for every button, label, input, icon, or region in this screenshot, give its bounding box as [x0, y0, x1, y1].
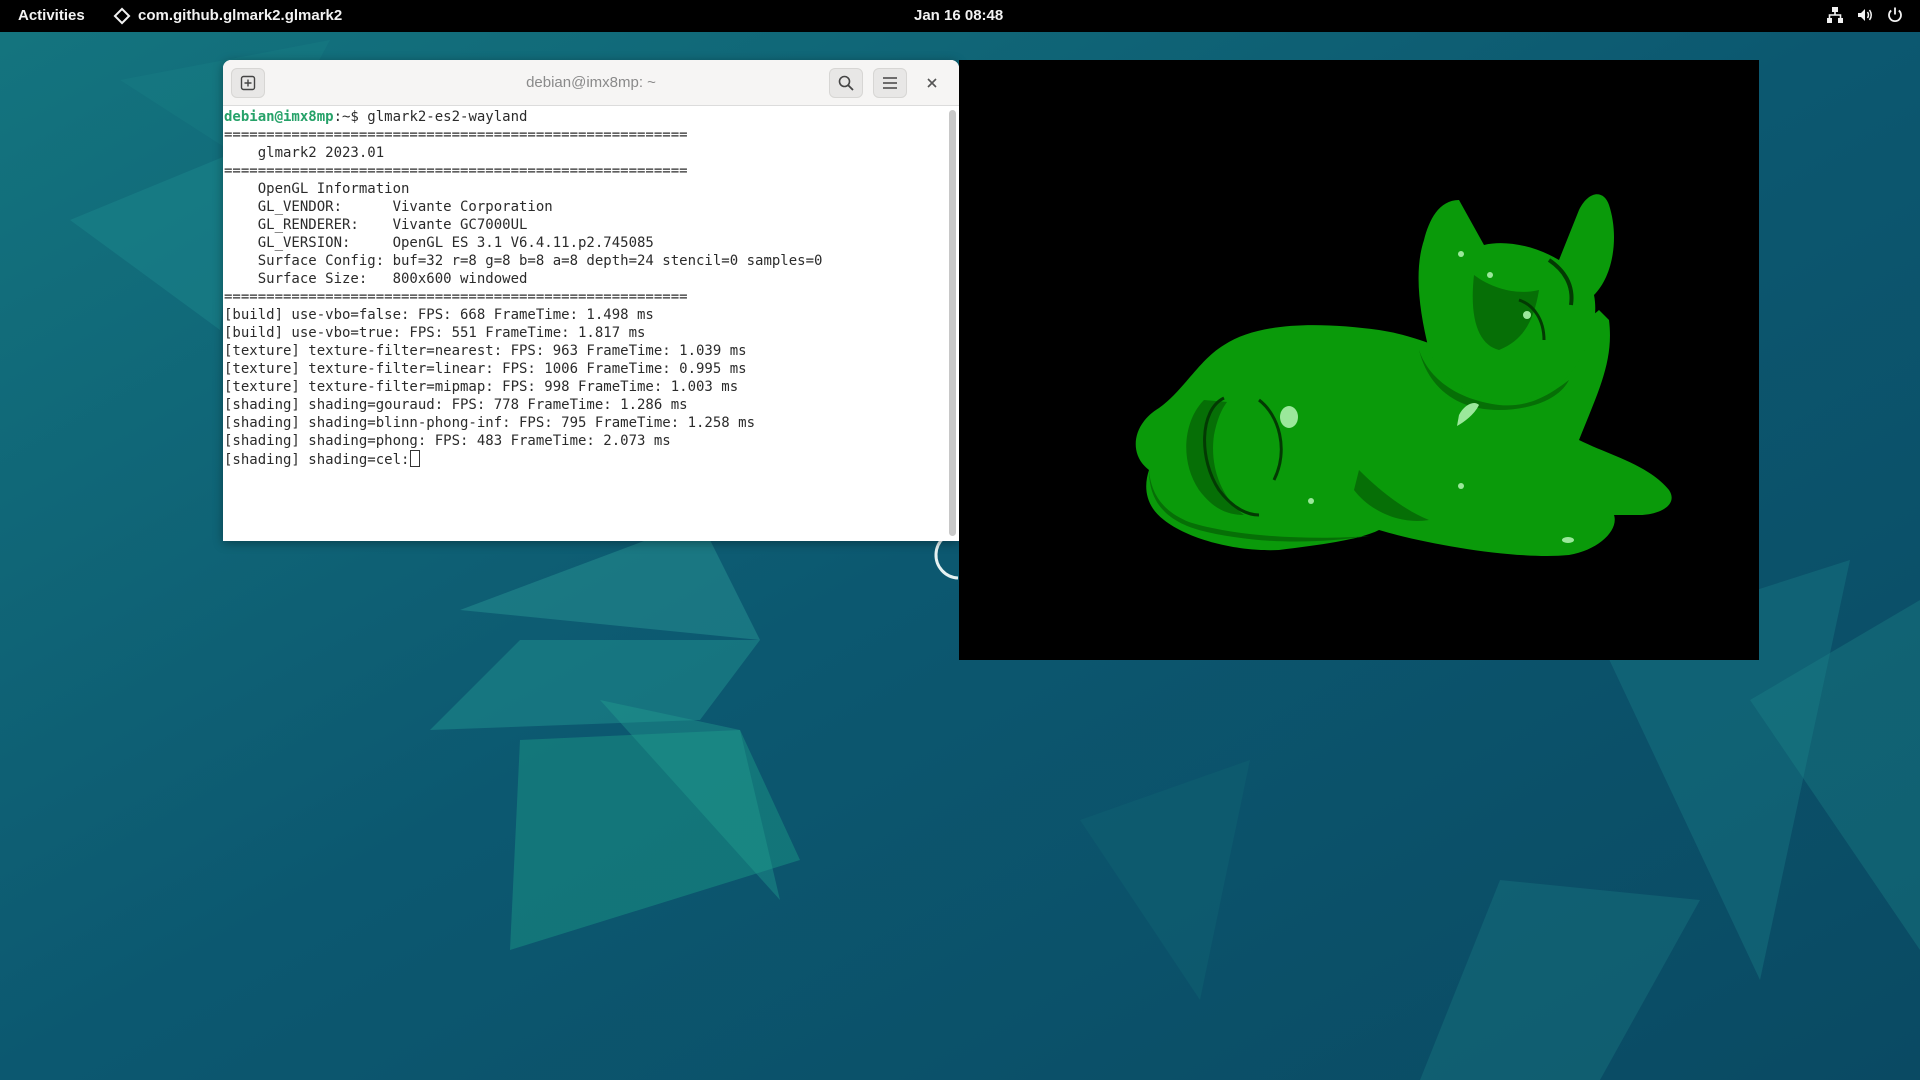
cat-highlight [1487, 272, 1493, 278]
top-bar: Activities com.github.glmark2.glmark2 Ja… [0, 0, 1920, 32]
cat-highlight [1458, 483, 1464, 489]
current-line-text: [shading] shading=cel: [224, 452, 410, 468]
terminal-scrollbar[interactable] [949, 110, 956, 536]
output-line: [texture] texture-filter=linear: FPS: 10… [224, 361, 747, 377]
volume-icon[interactable] [1856, 6, 1874, 24]
output-line: ========================================… [224, 127, 688, 143]
prompt-user: debian@imx8mp [224, 109, 334, 125]
glmark2-render-window[interactable] [959, 60, 1759, 660]
search-button[interactable] [829, 68, 863, 98]
menu-button[interactable] [873, 68, 907, 98]
network-icon[interactable] [1826, 6, 1844, 24]
output-line: [build] use-vbo=true: FPS: 551 FrameTime… [224, 325, 646, 341]
output-line: [texture] texture-filter=nearest: FPS: 9… [224, 343, 747, 359]
terminal-window[interactable]: debian@imx8mp: ~ debian@imx8mp:~$ glmark… [223, 60, 959, 541]
output-line: OpenGL Information [224, 181, 410, 197]
command-text: glmark2-es2-wayland [367, 109, 528, 125]
output-line: [shading] shading=phong: FPS: 483 FrameT… [224, 433, 671, 449]
prompt-suffix: :~$ [333, 109, 368, 125]
cat-highlight [1562, 537, 1574, 543]
power-icon[interactable] [1886, 6, 1904, 24]
output-line: GL_RENDERER: Vivante GC7000UL [224, 217, 528, 233]
output-line: glmark2 2023.01 [224, 145, 385, 161]
output-line: [shading] shading=gouraud: FPS: 778 Fram… [224, 397, 688, 413]
activities-button[interactable]: Activities [18, 7, 85, 24]
system-tray[interactable] [1826, 6, 1904, 24]
output-line: ========================================… [224, 163, 688, 179]
app-diamond-icon [113, 7, 131, 24]
terminal-output[interactable]: debian@imx8mp:~$ glmark2-es2-wayland ===… [223, 106, 948, 541]
output-line: GL_VENDOR: Vivante Corporation [224, 199, 553, 215]
cat-highlight [1280, 406, 1298, 428]
cel-shaded-cat-render [1135, 194, 1672, 556]
cat-highlight [1308, 498, 1314, 504]
clock[interactable]: Jan 16 08:48 [914, 7, 1003, 24]
terminal-headerbar[interactable]: debian@imx8mp: ~ [223, 60, 959, 106]
output-line: Surface Size: 800x600 windowed [224, 271, 528, 287]
output-line: Surface Config: buf=32 r=8 g=8 b=8 a=8 d… [224, 253, 823, 269]
command-line: debian@imx8mp:~$ glmark2-es2-wayland [224, 108, 948, 126]
output-line: ========================================… [224, 289, 688, 305]
search-icon [838, 75, 854, 91]
app-menu-label: com.github.glmark2.glmark2 [138, 7, 343, 24]
close-button[interactable] [915, 68, 949, 98]
output-line: [build] use-vbo=false: FPS: 668 FrameTim… [224, 307, 654, 323]
output-line: [shading] shading=blinn-phong-inf: FPS: … [224, 415, 756, 431]
app-menu[interactable]: com.github.glmark2.glmark2 [113, 7, 343, 24]
output-line: [texture] texture-filter=mipmap: FPS: 99… [224, 379, 739, 395]
close-icon [927, 78, 937, 88]
hamburger-menu-icon [883, 77, 897, 89]
cat-highlight [1458, 251, 1464, 257]
cat-highlight [1523, 311, 1531, 319]
text-cursor [410, 450, 421, 467]
output-line: GL_VERSION: OpenGL ES 3.1 V6.4.11.p2.745… [224, 235, 654, 251]
current-output-line: [shading] shading=cel: [224, 450, 948, 468]
